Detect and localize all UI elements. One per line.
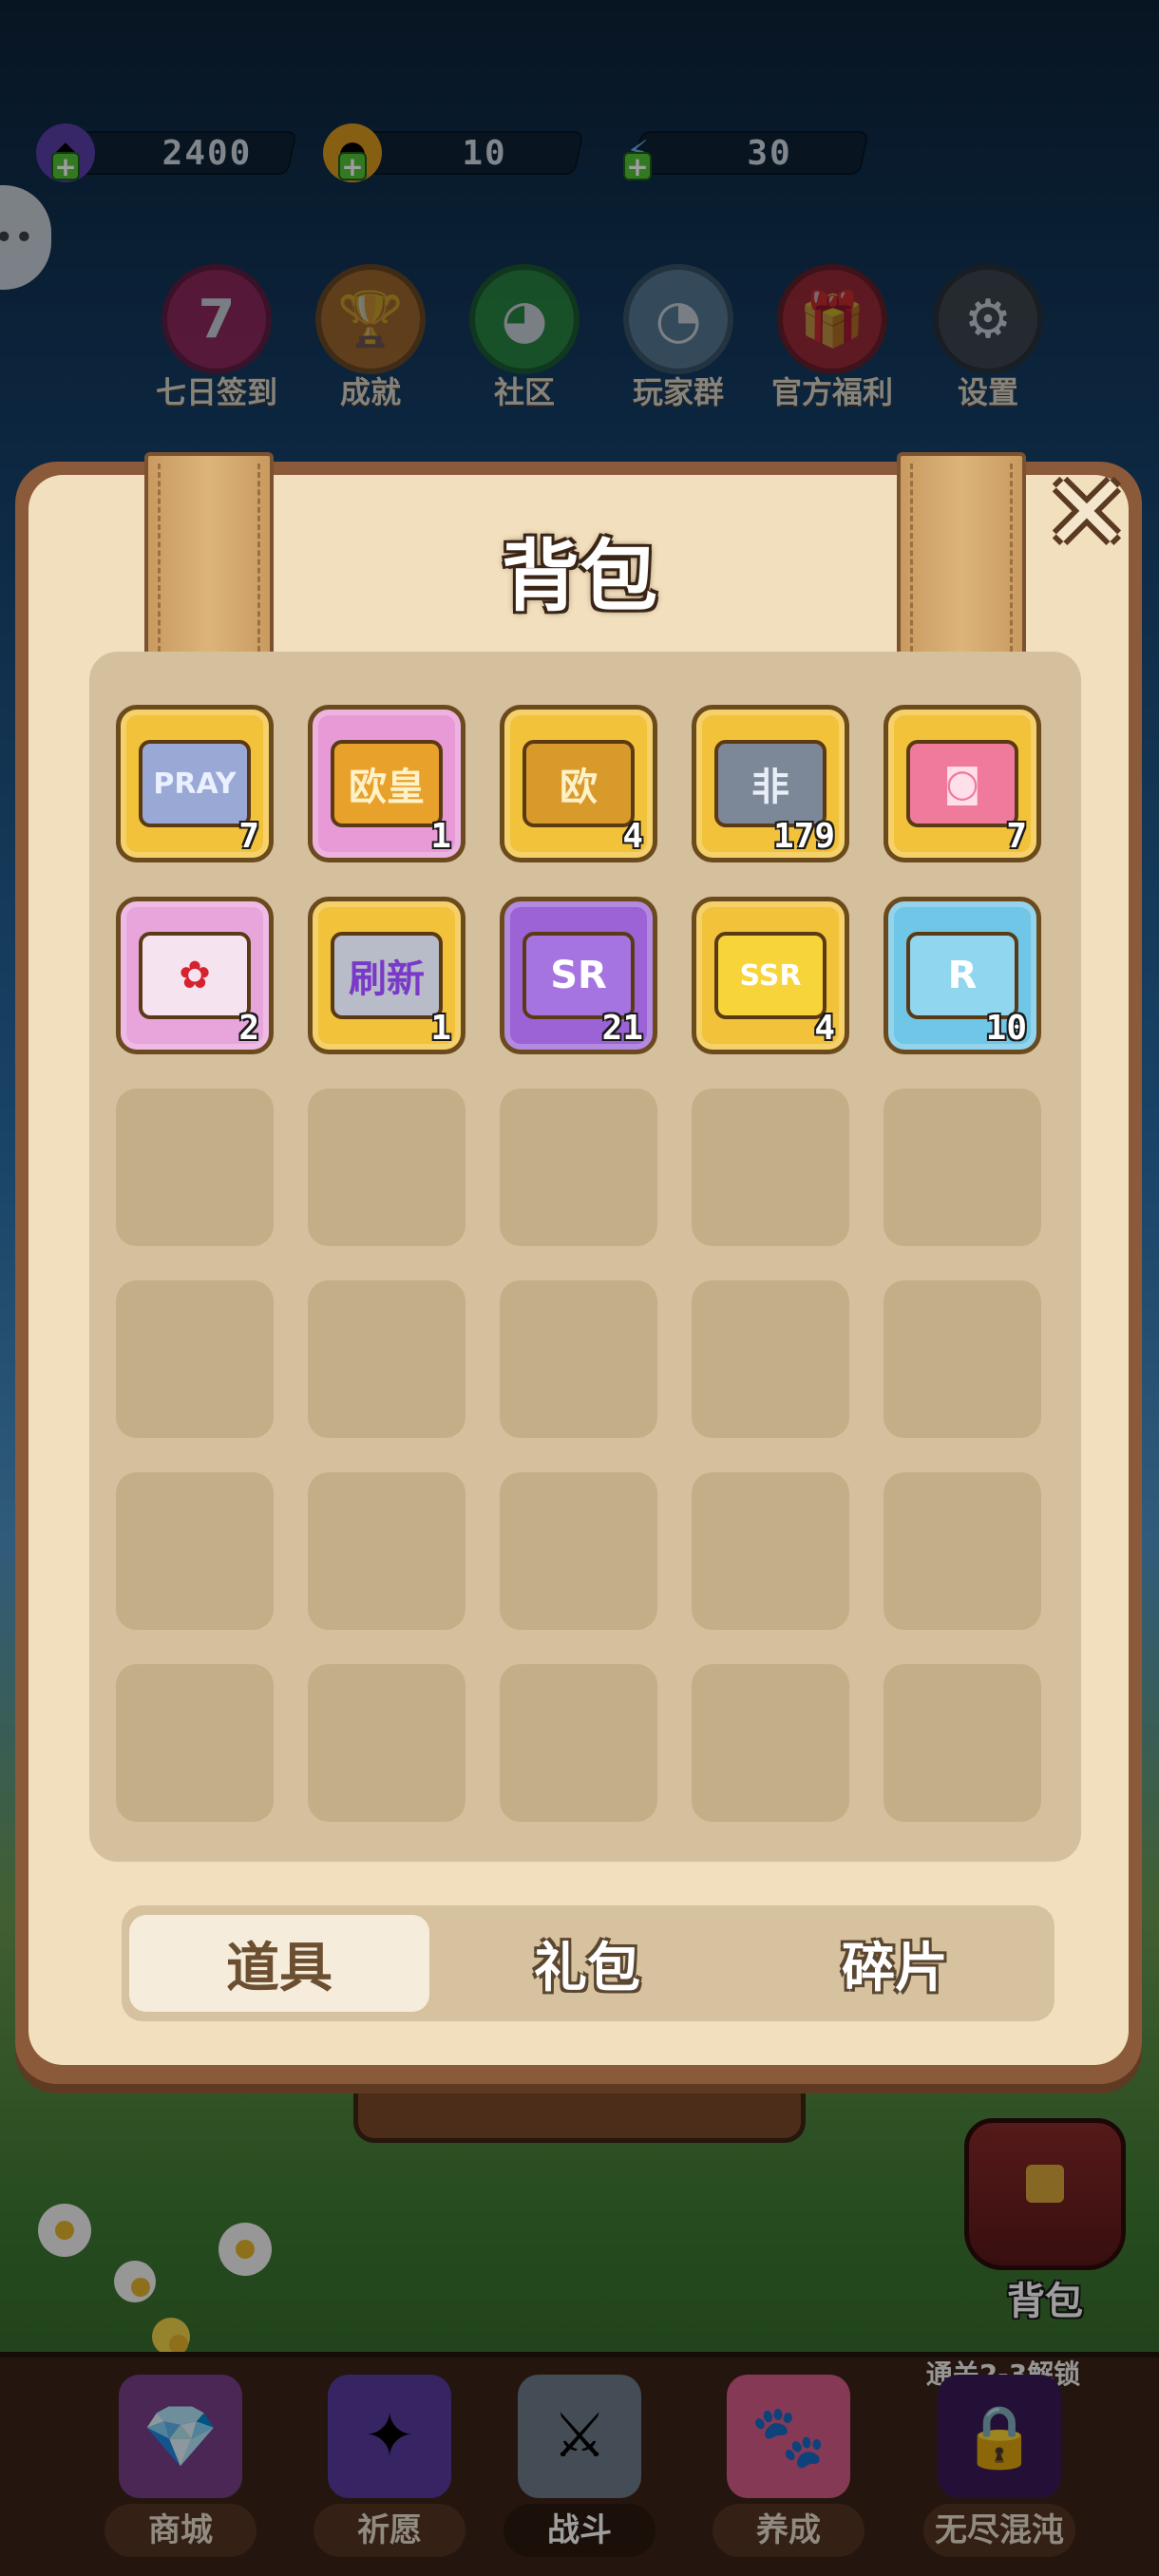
r-fragment-icon: R [906,932,1018,1019]
empty-slot [116,1280,274,1438]
empty-slot [308,1472,466,1630]
item-quantity: 1 [430,1009,451,1048]
empty-slot [116,1472,274,1630]
modal-title: 背包 [501,532,657,622]
inventory-item-ou-ticket-fragment[interactable]: 欧4 [500,705,657,862]
inventory-item-pink-ticket[interactable]: ◙ 7 [884,705,1041,862]
tab-items-label: 道具 [226,1937,332,1999]
inventory-item-sakura-flower[interactable]: ✿ 2 [116,897,274,1054]
fei-ticket-fragment-icon: 非 [714,740,826,827]
item-quantity: 2 [238,1009,259,1048]
inventory-tabs: 道具 礼包 碎片 [122,1905,1054,2021]
item-quantity: 7 [1006,817,1027,856]
sr-fragment-icon: SR [522,932,635,1019]
empty-slot [116,1664,274,1822]
item-quantity: 10 [985,1009,1027,1048]
tab-gift-packs-label: 礼包 [534,1937,640,1999]
empty-slot [308,1280,466,1438]
sakura-flower-icon: ✿ [139,932,251,1019]
item-quantity: 179 [772,817,835,856]
empty-slot [116,1089,274,1246]
empty-slot [308,1089,466,1246]
empty-slot [692,1089,849,1246]
close-icon: ✕ [1042,452,1131,574]
inventory-item-pray-ticket[interactable]: PRAY 7 [116,705,274,862]
empty-slot [500,1280,657,1438]
inventory-item-sr-fragment[interactable]: SR 21 [500,897,657,1054]
empty-slot [308,1664,466,1822]
tab-fragments[interactable]: 碎片 [745,1915,1045,2012]
item-quantity: 4 [814,1009,835,1048]
inventory-item-fei-ticket-fragment[interactable]: 非 179 [692,705,849,862]
empty-slot [500,1089,657,1246]
tab-fragments-label: 碎片 [842,1937,948,1999]
item-quantity: 21 [601,1009,643,1048]
close-button[interactable]: ✕ [1037,452,1136,574]
empty-slot [500,1664,657,1822]
empty-slot [884,1280,1041,1438]
ouhuang-ticket-icon: 欧皇 [331,740,443,827]
empty-slot [692,1280,849,1438]
item-quantity: 7 [238,817,259,856]
tab-gift-packs[interactable]: 礼包 [437,1915,737,2012]
item-quantity: 4 [622,817,643,856]
refresh-ticket-icon: 刷新 [331,932,443,1019]
empty-slot [884,1664,1041,1822]
ssr-fragment-icon: SSR [714,932,826,1019]
inventory-item-ouhuang-ticket[interactable]: 欧皇 1 [308,705,466,862]
empty-slot [884,1472,1041,1630]
pray-ticket-icon: PRAY [139,740,251,827]
item-quantity: 1 [430,817,451,856]
empty-slot [692,1472,849,1630]
empty-slot [500,1472,657,1630]
pink-ticket-icon: ◙ [906,740,1018,827]
inventory-item-ssr-fragment[interactable]: SSR 4 [692,897,849,1054]
ou-ticket-fragment-icon: 欧 [522,740,635,827]
inventory-item-r-fragment[interactable]: R 10 [884,897,1041,1054]
empty-slot [692,1664,849,1822]
empty-slot [884,1089,1041,1246]
inventory-item-refresh-ticket[interactable]: 刷新 1 [308,897,466,1054]
tab-items[interactable]: 道具 [129,1915,429,2012]
